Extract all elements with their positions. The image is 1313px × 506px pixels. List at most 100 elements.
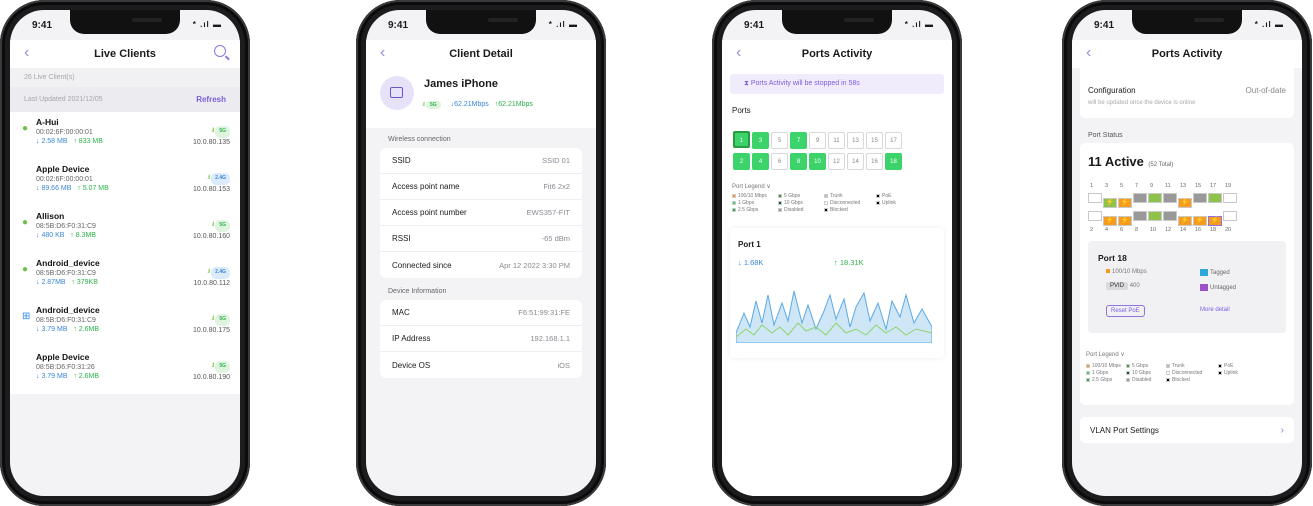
port-box[interactable]: ⚡ [1103,216,1117,226]
port-1[interactable]: 1 [733,131,750,148]
port-12[interactable]: 12 [828,153,845,170]
client-upload: ↑ 833 MB [73,138,103,145]
port-5[interactable]: 5 [771,132,788,149]
port-box[interactable]: ⚡ [1118,198,1132,208]
port-number: 4 [1105,227,1109,233]
port-legend-title[interactable]: Port Legend ∨ [722,171,952,193]
search-icon[interactable] [214,45,226,57]
config-card: Configuration Out-of-date will be update… [1080,68,1294,118]
detail-row: Access point name Fit6 2x2 [380,174,582,200]
port-box[interactable] [1088,193,1102,203]
legend-swatch [824,207,828,212]
port-box[interactable] [1163,193,1177,203]
port-box[interactable] [1193,193,1207,203]
port-box[interactable]: ⚡ [1103,198,1117,208]
port-10[interactable]: 10 [809,153,826,170]
ports-content: ⧗ Ports Activity will be stopped in 58s … [722,68,952,496]
more-detail-link[interactable]: More detail [1200,307,1230,313]
client-name: Android_device [36,305,100,315]
port-number: 6 [1120,227,1124,233]
client-row[interactable]: Apple Device 08:5B:D6:F0:31:26 ↓ 3.79 MB… [10,347,240,394]
stop-banner-text: Ports Activity will be stopped in 58s [750,80,860,87]
port-7[interactable]: 7 [790,132,807,149]
wireless-card: SSID SSID 01 Access point name Fit6 2x2 Acce… [380,148,582,278]
port-legend-title[interactable]: Port Legend ∨ [1086,351,1125,358]
detail-label: SSID [392,156,411,165]
port-box[interactable] [1148,193,1162,203]
detail-value: Apr 12 2022 3:30 PM [499,260,570,270]
legend-swatch [1126,363,1130,368]
port-14[interactable]: 14 [847,153,864,170]
back-icon[interactable]: ‹ [380,44,385,62]
port-box[interactable]: ⚡ [1208,216,1222,226]
client-download: ↓ 480 KB [36,232,65,239]
port-box[interactable] [1133,193,1147,203]
port-number: 3 [1105,183,1109,189]
client-right: .ıll 5G 10.0.80.190 [193,361,230,390]
back-icon[interactable]: ‹ [1086,44,1091,62]
port-box[interactable]: ⚡ [1178,216,1192,226]
client-mac: 08:5B:D6:F0:31:C9 [36,222,96,230]
port-18[interactable]: 18 [885,153,902,170]
reset-poe-button[interactable]: Reset PoE [1106,305,1145,317]
legend-text: PoE [882,193,892,199]
port-detail-panel: Port 18 100/10 Mbps PVID 400 Tagged Unta… [1088,241,1286,333]
legend-swatch [1126,377,1130,382]
port-box[interactable] [1223,193,1237,203]
last-updated-bar: Last Updated 2021/12/05 Refresh [10,87,240,112]
client-name: Apple Device [36,352,90,362]
legend-item: 10 Gbps [778,200,824,207]
top-port-numbers: 1 3 5 7 9 11 13 15 17 19 [1090,183,1240,189]
legend-swatch [1086,377,1090,382]
detail-value: Fit6 2x2 [543,182,570,191]
port-box[interactable] [1148,211,1162,221]
legend-item: 100/10 Mbps [1086,363,1126,370]
legend-item: 1 Gbps [1086,370,1126,377]
legend-text: 2.5 Gbps [738,207,759,213]
port-down: ↓ 1.68K [738,258,764,267]
detail-label: MAC [392,308,410,317]
notch [70,10,180,34]
client-row[interactable]: ● Allison 08:5B:D6:F0:31:C9 ↓ 480 KB ↑ 8… [10,206,240,253]
port-box[interactable] [1133,211,1147,221]
client-row[interactable]: ⊞ Android_device 08:5B:D6:F0:31:C9 ↓ 3.7… [10,300,240,347]
port-16[interactable]: 16 [866,153,883,170]
port-box[interactable]: ⚡ [1178,198,1192,208]
client-ip: 10.0.80.175 [193,326,230,334]
legend-text: 1 Gbps [738,200,755,206]
port-box[interactable] [1163,211,1177,221]
back-icon[interactable]: ‹ [24,44,29,62]
port-box[interactable] [1208,193,1222,203]
status-time: 9:41 [388,20,409,31]
port-box[interactable]: ⚡ [1118,216,1132,226]
vlan-settings-row[interactable]: VLAN Port Settings › [1080,417,1294,443]
client-download: ↓ 3.79 MB [36,373,68,380]
port-2[interactable]: 2 [733,153,750,170]
client-row[interactable]: Apple Device 00:02:6F:00:00:01 ↓ 89.66 M… [10,159,240,206]
port-15[interactable]: 15 [866,132,883,149]
port-8[interactable]: 8 [790,153,807,170]
legend-item: PoE [876,193,916,200]
port-6[interactable]: 6 [771,153,788,170]
band-badge: 2.4G [211,173,230,185]
port-17[interactable]: 17 [885,132,902,149]
legend-item: Blocked [824,207,876,214]
port-13[interactable]: 13 [847,132,864,149]
port-9[interactable]: 9 [809,132,826,149]
port-box[interactable] [1088,211,1102,221]
client-row[interactable]: ● A-Hui 00:02:6F:00:00:01 ↓ 2.58 MB ↑ 83… [10,112,240,159]
port-3[interactable]: 3 [752,132,769,149]
signal-icon: .ıll [211,316,214,322]
port-11[interactable]: 11 [828,132,845,149]
legend-text: Uplink [1224,370,1238,376]
legend-text: Disconnected [1172,370,1203,376]
back-icon[interactable]: ‹ [736,44,741,62]
port-4[interactable]: 4 [752,153,769,170]
port-up: ↑ 18.31K [834,258,864,267]
port-box[interactable]: ⚡ [1193,216,1207,226]
client-ip: 10.0.80.160 [193,232,230,240]
client-row[interactable]: ● Android_device 08:5B:D6:F0:31:C9 ↓ 2.8… [10,253,240,300]
status-time: 9:41 [32,20,53,31]
refresh-button[interactable]: Refresh [196,95,226,104]
port-box[interactable] [1223,211,1237,221]
